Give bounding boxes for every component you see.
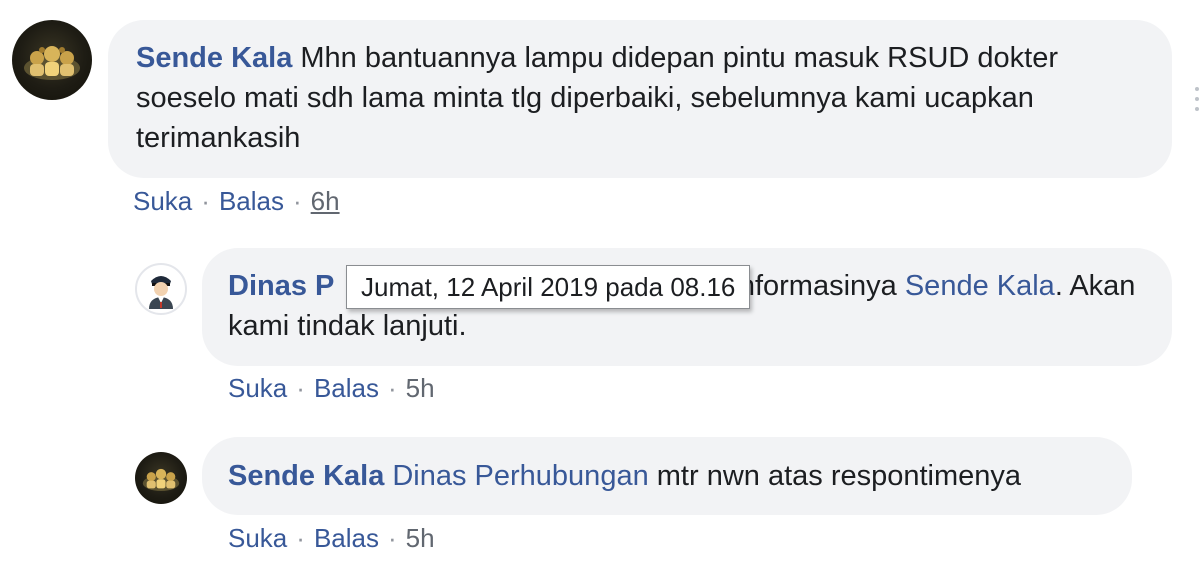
separator-dot: · — [296, 373, 305, 403]
comment-actions-3: Suka · Balas · 5h — [228, 523, 435, 554]
scrollbar-hint[interactable] — [1194, 84, 1200, 114]
separator-dot: · — [292, 186, 302, 216]
mention-link[interactable]: Sende Kala — [905, 270, 1055, 302]
separator-dot: · — [387, 373, 397, 403]
timestamp-tooltip: Jumat, 12 April 2019 pada 08.16 — [346, 265, 751, 309]
reply-button[interactable]: Balas — [314, 373, 379, 403]
comment-author[interactable]: Dinas P — [228, 270, 334, 302]
timestamp-link[interactable]: 6h — [311, 186, 340, 216]
police-officer-icon — [149, 276, 173, 309]
reply-button[interactable]: Balas — [219, 186, 284, 216]
separator-dot: · — [296, 523, 305, 553]
comment-author[interactable]: Sende Kala — [136, 42, 292, 74]
separator-dot: · — [201, 186, 210, 216]
avatar-sende-kala-small[interactable] — [135, 452, 187, 504]
avatar-dinas[interactable] — [135, 263, 187, 315]
more-options-icon — [1195, 87, 1199, 111]
comment-bubble-3: Sende Kala Dinas Perhubungan mtr nwn atas… — [202, 437, 1132, 515]
timestamp-link[interactable]: 5h — [406, 523, 435, 553]
comment-author[interactable]: Sende Kala — [228, 460, 384, 492]
comment-actions-2: Suka · Balas · 5h — [228, 373, 435, 404]
like-button[interactable]: Suka — [228, 523, 287, 553]
comment-text: mtr nwn atas respontimenya — [656, 460, 1022, 492]
reply-button[interactable]: Balas — [314, 523, 379, 553]
separator-dot: · — [387, 523, 397, 553]
like-button[interactable]: Suka — [228, 373, 287, 403]
group-photo-icon — [24, 46, 80, 80]
comment-text: informasinya — [732, 270, 897, 302]
mention-link[interactable]: Dinas Perhubungan — [392, 460, 648, 492]
group-photo-icon — [142, 468, 180, 491]
comment-actions-1: Suka · Balas · 6h — [133, 186, 340, 217]
like-button[interactable]: Suka — [133, 186, 192, 216]
avatar-sende-kala[interactable] — [12, 20, 92, 100]
timestamp-link[interactable]: 5h — [406, 373, 435, 403]
comment-bubble-1: Sende Kala Mhn bantuannya lampu didepan p… — [108, 20, 1172, 178]
